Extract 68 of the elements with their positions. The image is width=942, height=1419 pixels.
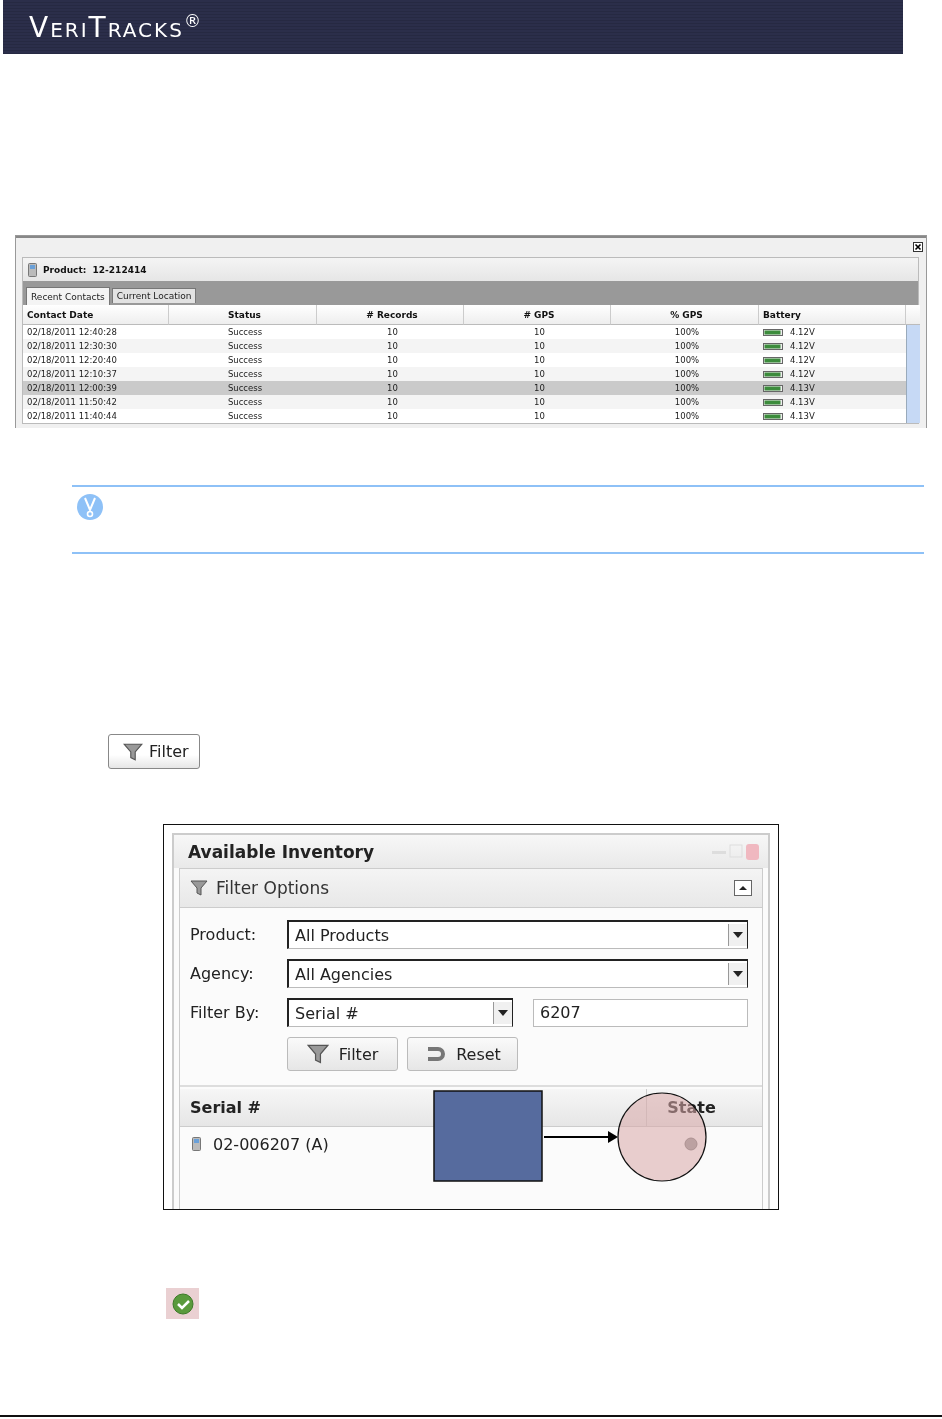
table-cell: Success bbox=[169, 339, 317, 353]
table-cell: Success bbox=[169, 395, 317, 409]
filter-button[interactable]: Filter bbox=[287, 1037, 398, 1071]
table-cell: 4.12V bbox=[759, 339, 906, 353]
table-cell: 02/18/2011 12:10:37 bbox=[23, 367, 169, 381]
dropdown[interactable]: All Agencies bbox=[287, 959, 748, 988]
device-icon bbox=[192, 1137, 201, 1151]
table-cell: 100% bbox=[611, 395, 759, 409]
battery-icon bbox=[763, 370, 784, 378]
table-cell: 02/18/2011 12:30:30 bbox=[23, 339, 169, 353]
table-cell: 02/18/2011 12:00:39 bbox=[23, 381, 169, 395]
table-cell: 100% bbox=[611, 339, 759, 353]
table-cell: Success bbox=[169, 381, 317, 395]
table-cell: 4.12V bbox=[759, 367, 906, 381]
funnel-icon bbox=[123, 741, 143, 762]
column-header[interactable]: Serial # bbox=[190, 1089, 261, 1126]
input-field[interactable]: 6207 bbox=[533, 998, 748, 1027]
tab[interactable]: Recent Contacts bbox=[26, 287, 110, 305]
dropdown[interactable]: All Products bbox=[287, 920, 748, 949]
battery-icon bbox=[763, 356, 784, 364]
tab[interactable]: Current Location bbox=[111, 288, 197, 303]
column-header[interactable]: % GPS bbox=[611, 305, 759, 325]
battery-icon bbox=[763, 384, 784, 392]
table-cell: 10 bbox=[317, 395, 464, 409]
column-header[interactable]: Status bbox=[169, 305, 317, 325]
tip-icon bbox=[76, 493, 104, 521]
caret-icon bbox=[493, 1002, 512, 1024]
table-cell: 4.13V bbox=[759, 381, 906, 395]
caret-icon bbox=[728, 963, 747, 985]
filter-button[interactable]: Filter bbox=[108, 734, 200, 769]
section-title: Filter Options bbox=[216, 878, 331, 898]
table-cell: 100% bbox=[611, 367, 759, 381]
battery-icon bbox=[763, 342, 784, 350]
column-header[interactable]: Contact Date bbox=[23, 305, 169, 325]
table-cell: 10 bbox=[464, 381, 611, 395]
column-header[interactable]: Battery bbox=[759, 305, 906, 325]
field-label: Filter By: bbox=[190, 1003, 261, 1022]
phone-icon bbox=[28, 262, 37, 277]
column-header[interactable]: # Records bbox=[317, 305, 464, 325]
table-cell: 02/18/2011 11:50:42 bbox=[23, 395, 169, 409]
battery-icon bbox=[763, 328, 784, 336]
table-cell: 4.13V bbox=[759, 395, 906, 409]
reset-button[interactable]: Reset bbox=[407, 1037, 518, 1071]
funnel-icon bbox=[306, 1043, 329, 1065]
battery-icon bbox=[763, 412, 784, 420]
state-icon bbox=[684, 1137, 698, 1151]
funnel-icon bbox=[190, 879, 208, 897]
collapse-icon[interactable] bbox=[734, 880, 752, 896]
close-icon[interactable] bbox=[913, 241, 923, 252]
table-cell: 10 bbox=[317, 381, 464, 395]
product-title: Product: 12-212414 bbox=[43, 264, 147, 275]
field-label: Product: bbox=[190, 925, 258, 944]
battery-icon bbox=[763, 398, 784, 406]
logo: VeriTracks$^{®}$ bbox=[29, 12, 203, 42]
table-cell: 10 bbox=[317, 367, 464, 381]
dropdown[interactable]: Serial # bbox=[287, 998, 513, 1027]
table-cell: 100% bbox=[611, 381, 759, 395]
table-cell: 10 bbox=[317, 339, 464, 353]
column-header[interactable]: # GPS bbox=[464, 305, 611, 325]
table-cell: 02-006207 (A) bbox=[213, 1134, 329, 1154]
table-cell: 10 bbox=[464, 339, 611, 353]
table-cell: 10 bbox=[464, 367, 611, 381]
panel-title: Available Inventory bbox=[188, 841, 375, 862]
scrollbar[interactable] bbox=[906, 325, 920, 423]
table-cell: Success bbox=[169, 367, 317, 381]
field-label: Agency: bbox=[190, 964, 255, 983]
table-cell: 10 bbox=[464, 395, 611, 409]
caret-icon bbox=[728, 924, 747, 946]
